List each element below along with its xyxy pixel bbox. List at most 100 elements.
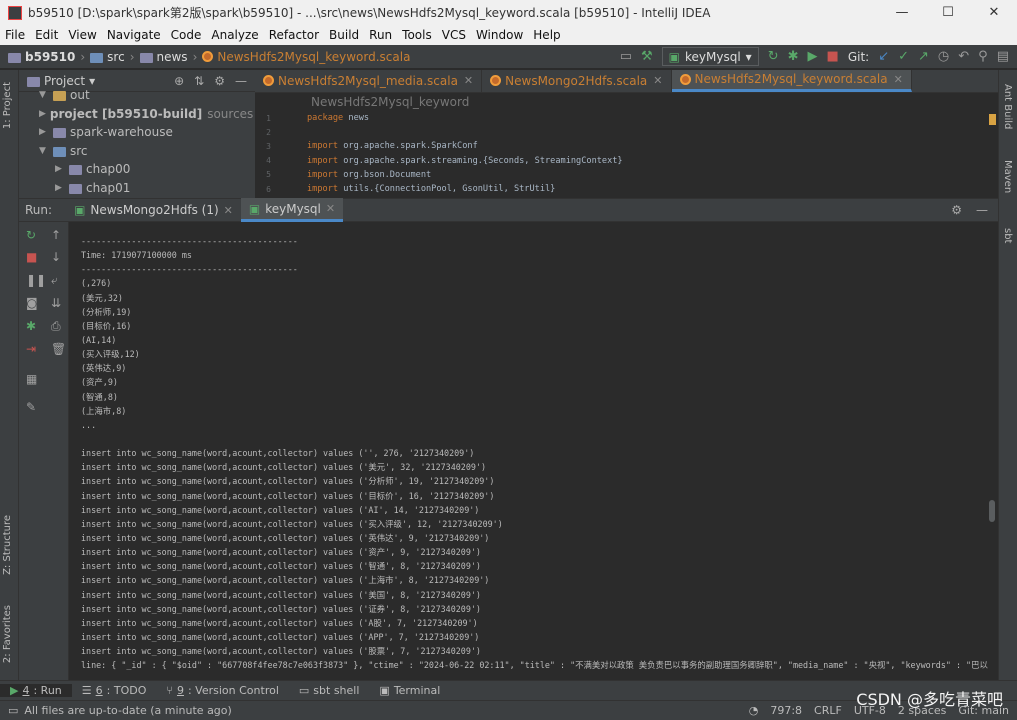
menu-refactor[interactable]: Refactor bbox=[264, 28, 324, 42]
tree-item-label: chap01 bbox=[86, 180, 131, 195]
layout-icon[interactable]: ▭ bbox=[620, 49, 632, 64]
menu-run[interactable]: Run bbox=[364, 28, 397, 42]
close-icon[interactable]: ✕ bbox=[224, 204, 233, 217]
context-icon[interactable]: ◔ bbox=[749, 704, 759, 717]
breadcrumb-project[interactable]: b59510 bbox=[25, 50, 75, 64]
tab-version-control[interactable]: ⑂ 9: Version Control bbox=[156, 684, 289, 697]
exit-icon[interactable]: ⇥ bbox=[26, 342, 36, 356]
chevron-down-icon: ▼ bbox=[39, 90, 46, 101]
hide-icon[interactable]: — bbox=[976, 203, 988, 217]
menu-navigate[interactable]: Navigate bbox=[102, 28, 166, 42]
minimize-button[interactable]: — bbox=[879, 5, 925, 20]
pin-icon[interactable]: ✎ bbox=[26, 400, 36, 414]
breadcrumb-package[interactable]: news bbox=[157, 50, 188, 64]
tab-keyword-scala[interactable]: NewsHdfs2Mysql_keyword.scala ✕ bbox=[671, 70, 912, 92]
tab-sbt-shell[interactable]: ▭ sbt shell bbox=[289, 684, 370, 697]
run-console[interactable]: ----------------------------------------… bbox=[69, 222, 998, 680]
run-tab-keymysql[interactable]: ▣ keyMysql ✕ bbox=[240, 198, 344, 222]
intellij-icon bbox=[8, 5, 22, 20]
warning-marker-icon[interactable] bbox=[989, 114, 996, 125]
menu-code[interactable]: Code bbox=[166, 28, 207, 42]
print-icon[interactable]: ⎙ bbox=[51, 319, 61, 334]
search-icon[interactable]: ⚲ bbox=[978, 49, 988, 64]
project-tool-tab[interactable]: 1: Project bbox=[2, 82, 13, 129]
rerun-icon[interactable]: ↻ bbox=[26, 228, 36, 242]
line-separator[interactable]: CRLF bbox=[814, 704, 842, 717]
menu-build[interactable]: Build bbox=[324, 28, 364, 42]
console-line: Time: 1719077100000 ms bbox=[81, 250, 192, 261]
menu-vcs[interactable]: VCS bbox=[437, 28, 471, 42]
tree-item-chap01[interactable]: ▶ chap01 bbox=[19, 179, 255, 198]
down-arrow-icon[interactable]: ↓ bbox=[51, 250, 61, 264]
collapse-icon[interactable]: ⇅ bbox=[194, 74, 204, 88]
gear-icon[interactable]: ⚙ bbox=[214, 74, 225, 88]
gear-icon[interactable]: ⚙ bbox=[951, 203, 962, 217]
tab-todo[interactable]: ☰ 6: TODO bbox=[72, 684, 157, 697]
scroll-to-end-icon[interactable]: ⇊ bbox=[51, 296, 61, 310]
settings-icon[interactable]: ▤ bbox=[997, 49, 1009, 64]
structure-tool-tab[interactable]: Z: Structure bbox=[2, 515, 13, 575]
soft-wrap-icon[interactable]: ⤶ bbox=[51, 273, 58, 288]
maven-tab[interactable]: Maven bbox=[1002, 160, 1013, 193]
tab-run[interactable]: ▶ 4: Run bbox=[0, 684, 72, 697]
rerun-icon[interactable]: ↻ bbox=[768, 49, 779, 64]
history-icon[interactable]: ◷ bbox=[938, 49, 949, 64]
git-push-icon[interactable]: ↗ bbox=[918, 49, 929, 64]
hide-icon[interactable]: — bbox=[235, 74, 247, 88]
tree-item-spark-warehouse[interactable]: ▶ spark-warehouse bbox=[19, 123, 255, 142]
trash-icon[interactable]: 🗑 bbox=[51, 342, 66, 356]
tab-terminal[interactable]: ▣ Terminal bbox=[369, 684, 450, 697]
menu-edit[interactable]: Edit bbox=[30, 28, 63, 42]
git-update-icon[interactable]: ↙ bbox=[878, 49, 889, 64]
pause-icon[interactable]: ❚❚ bbox=[26, 273, 46, 287]
close-icon[interactable]: ✕ bbox=[326, 202, 335, 215]
breadcrumb-file[interactable]: NewsHdfs2Mysql_keyword.scala bbox=[217, 50, 410, 64]
maximize-button[interactable]: ☐ bbox=[925, 5, 971, 20]
tree-item-out[interactable]: ▼ out bbox=[19, 86, 255, 105]
menu-help[interactable]: Help bbox=[528, 28, 565, 42]
tree-item-project-build[interactable]: ▶ project [b59510-build] sources roo bbox=[19, 105, 255, 124]
breadcrumb-src[interactable]: src bbox=[107, 50, 125, 64]
stop-icon[interactable]: ■ bbox=[827, 49, 839, 64]
menu-tools[interactable]: Tools bbox=[397, 28, 437, 42]
up-arrow-icon[interactable]: ↑ bbox=[51, 228, 61, 242]
menu-window[interactable]: Window bbox=[471, 28, 528, 42]
favorites-tool-tab[interactable]: 2: Favorites bbox=[2, 605, 13, 663]
rollback-icon[interactable]: ↶ bbox=[958, 49, 969, 64]
run-tab-newsmongo2hdfs[interactable]: ▣ NewsMongo2Hdfs (1) ✕ bbox=[66, 198, 241, 222]
caret-position[interactable]: 797:8 bbox=[770, 704, 802, 717]
ant-build-tab[interactable]: Ant Build bbox=[1002, 84, 1013, 129]
camera-icon[interactable]: ◙ bbox=[26, 296, 38, 310]
tree-item-src[interactable]: ▼ src bbox=[19, 142, 255, 161]
run-config-select[interactable]: ▣ keyMysql ▾ bbox=[661, 47, 759, 66]
line-number: 3 bbox=[266, 141, 271, 151]
chevron-right-icon: ▶ bbox=[39, 108, 46, 119]
debug-icon[interactable]: ✱ bbox=[788, 49, 799, 64]
stop-icon[interactable]: ■ bbox=[26, 250, 37, 264]
console-scrollbar[interactable] bbox=[989, 500, 995, 522]
close-icon[interactable]: ✕ bbox=[894, 73, 903, 86]
locate-icon[interactable]: ⊕ bbox=[174, 74, 184, 88]
tab-media-scala[interactable]: NewsHdfs2Mysql_media.scala ✕ bbox=[255, 70, 483, 92]
menu-file[interactable]: File bbox=[0, 28, 30, 42]
chevron-down-icon[interactable]: ▾ bbox=[89, 74, 95, 88]
line-number: 1 bbox=[266, 113, 271, 123]
layout-icon[interactable]: ▦ bbox=[26, 372, 37, 386]
sbt-tab[interactable]: sbt bbox=[1002, 228, 1013, 243]
git-commit-icon[interactable]: ✓ bbox=[898, 49, 909, 64]
menu-analyze[interactable]: Analyze bbox=[206, 28, 263, 42]
coverage-icon[interactable]: ▶ bbox=[808, 49, 818, 64]
close-icon[interactable]: ✕ bbox=[464, 74, 473, 87]
tab-mongo2hdfs-scala[interactable]: NewsMongo2Hdfs.scala ✕ bbox=[482, 70, 672, 92]
code-view[interactable]: 1 package news 2 3 import org.apache.spark… bbox=[255, 111, 998, 196]
tree-item-chap00[interactable]: ▶ chap00 bbox=[19, 160, 255, 179]
project-view-selector[interactable]: Project bbox=[44, 74, 85, 88]
status-icon[interactable]: ▭ bbox=[8, 704, 18, 717]
build-hammer-icon[interactable]: ⚒ bbox=[641, 49, 653, 64]
console-line: insert into wc_song_name(word,acount,col… bbox=[81, 561, 481, 572]
chevron-right-icon: › bbox=[129, 49, 135, 64]
close-icon[interactable]: ✕ bbox=[653, 74, 662, 87]
debug-icon[interactable]: ✱ bbox=[26, 319, 36, 333]
close-button[interactable]: ✕ bbox=[971, 5, 1017, 20]
menu-view[interactable]: View bbox=[63, 28, 101, 42]
